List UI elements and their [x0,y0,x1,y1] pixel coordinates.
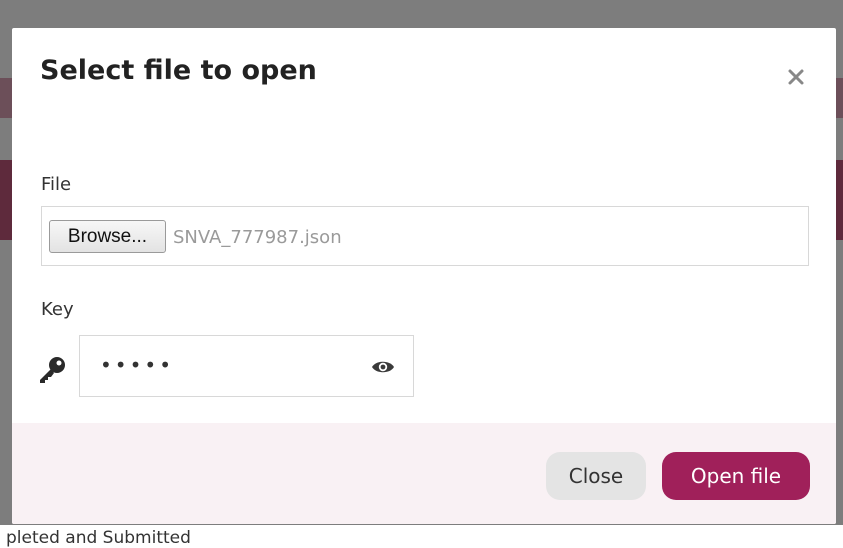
key-masked-value: ••••• [100,353,174,377]
close-icon[interactable] [784,65,808,89]
key-icon [40,357,65,383]
dialog-title: Select file to open [40,55,317,86]
eye-icon[interactable] [371,358,395,376]
browse-button[interactable]: Browse... [49,220,166,253]
file-label: File [41,174,72,195]
open-file-button[interactable]: Open file [662,452,810,500]
selected-file-name: SNVA_777987.json [173,227,342,248]
background-status-text: pleted and Submitted [6,528,191,548]
close-button[interactable]: Close [546,452,646,500]
key-label: Key [41,299,74,320]
open-file-dialog: Select file to open File Browse... SNVA_… [12,28,836,524]
